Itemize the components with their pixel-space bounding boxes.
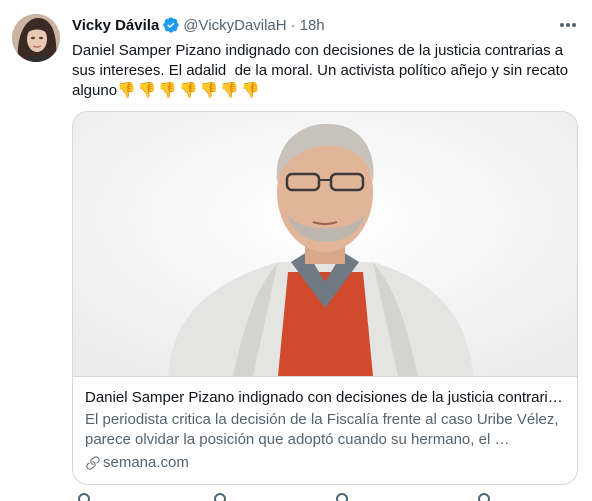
link-preview-card[interactable]: Daniel Samper Pizano indignado con decis… [72, 111, 578, 485]
more-options-icon [560, 23, 576, 27]
author-name[interactable]: Vicky Dávila [72, 17, 159, 34]
author-handle[interactable]: @VickyDavilaH [183, 17, 286, 34]
avatar-image [12, 14, 60, 62]
tweet-text: Daniel Samper Pizano indignado con decis… [72, 41, 577, 101]
verified-badge-icon [163, 17, 179, 33]
card-body[interactable]: Daniel Samper Pizano indignado con decis… [73, 376, 577, 484]
separator-dot: · [290, 16, 296, 34]
tweet-header: Vicky Dávila @VickyDavilaH · 18h [72, 15, 325, 35]
card-description: El periodista critica la decisión de la … [85, 411, 559, 448]
card-domain-text[interactable]: semana.com [103, 453, 189, 473]
card-domain[interactable]: semana.com [85, 453, 565, 473]
avatar[interactable] [12, 14, 60, 62]
retweet-icon[interactable] [212, 493, 228, 501]
card-title[interactable]: Daniel Samper Pizano indignado con decis… [85, 388, 565, 408]
portrait-photo [73, 112, 577, 376]
thumbs-down-emojis: 👎👎👎👎👎👎👎 [117, 82, 262, 99]
tweet[interactable]: Vicky Dávila @VickyDavilaH · 18h Daniel … [0, 0, 592, 501]
link-icon [86, 456, 100, 470]
share-icon[interactable] [476, 493, 492, 501]
more-options-button[interactable] [554, 14, 582, 36]
card-image[interactable] [73, 112, 577, 376]
like-icon[interactable] [334, 493, 350, 501]
tweet-actions [72, 493, 512, 501]
reply-icon[interactable] [76, 493, 92, 501]
timestamp[interactable]: 18h [300, 17, 325, 34]
